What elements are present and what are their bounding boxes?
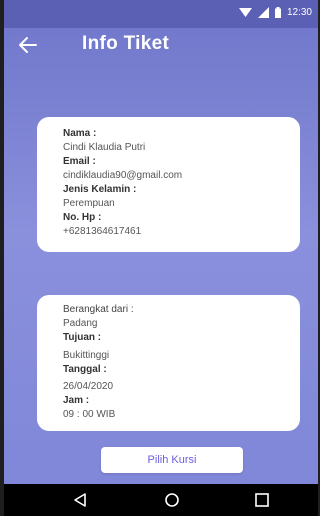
square-recent-icon (255, 493, 269, 507)
battery-icon (274, 7, 281, 18)
phone-label: No. Hp : (63, 212, 102, 223)
choose-seat-button[interactable]: Pilih Kursi (101, 447, 243, 473)
phone-value: +6281364617461 (63, 226, 142, 237)
screen: 12:30 Info Tiket Nama : Cindi Klaudia Pu… (4, 0, 318, 516)
gender-label: Jenis Kelamin : (63, 184, 137, 195)
circle-home-icon (165, 493, 179, 507)
signal-icon (257, 7, 269, 18)
triangle-back-icon (74, 493, 86, 507)
wifi-icon (238, 8, 252, 17)
app-bar: Info Tiket (4, 28, 318, 62)
to-label: Tujuan : (63, 332, 102, 343)
email-value: cindiklaudia90@gmail.com (63, 170, 183, 181)
trip-info-card: Berangkat dari : Padang Tujuan : Bukitti… (37, 295, 300, 431)
nav-recent-button[interactable] (254, 492, 270, 513)
date-value: 26/04/2020 (63, 381, 114, 392)
status-icons: 12:30 (238, 7, 312, 18)
navigation-bar (4, 484, 318, 516)
nav-back-button[interactable] (72, 492, 88, 513)
page-title: Info Tiket (82, 33, 170, 54)
from-value: Padang (63, 318, 98, 329)
name-label: Nama : (63, 128, 97, 139)
email-label: Email : (63, 156, 96, 167)
name-value: Cindi Klaudia Putri (63, 142, 146, 153)
time-label: Jam : (63, 395, 90, 406)
time-value: 09 : 00 WIB (63, 409, 116, 420)
passenger-info-card: Nama : Cindi Klaudia Putri Email : cindi… (37, 117, 300, 252)
back-button[interactable] (16, 33, 40, 57)
gender-value: Perempuan (63, 198, 115, 209)
nav-home-button[interactable] (164, 492, 180, 513)
from-label: Berangkat dari : (63, 304, 134, 315)
status-time: 12:30 (286, 7, 312, 18)
status-bar: 12:30 (4, 0, 318, 28)
date-label: Tanggal : (63, 364, 107, 375)
to-value: Bukittinggi (63, 350, 110, 361)
arrow-left-icon (19, 37, 37, 53)
